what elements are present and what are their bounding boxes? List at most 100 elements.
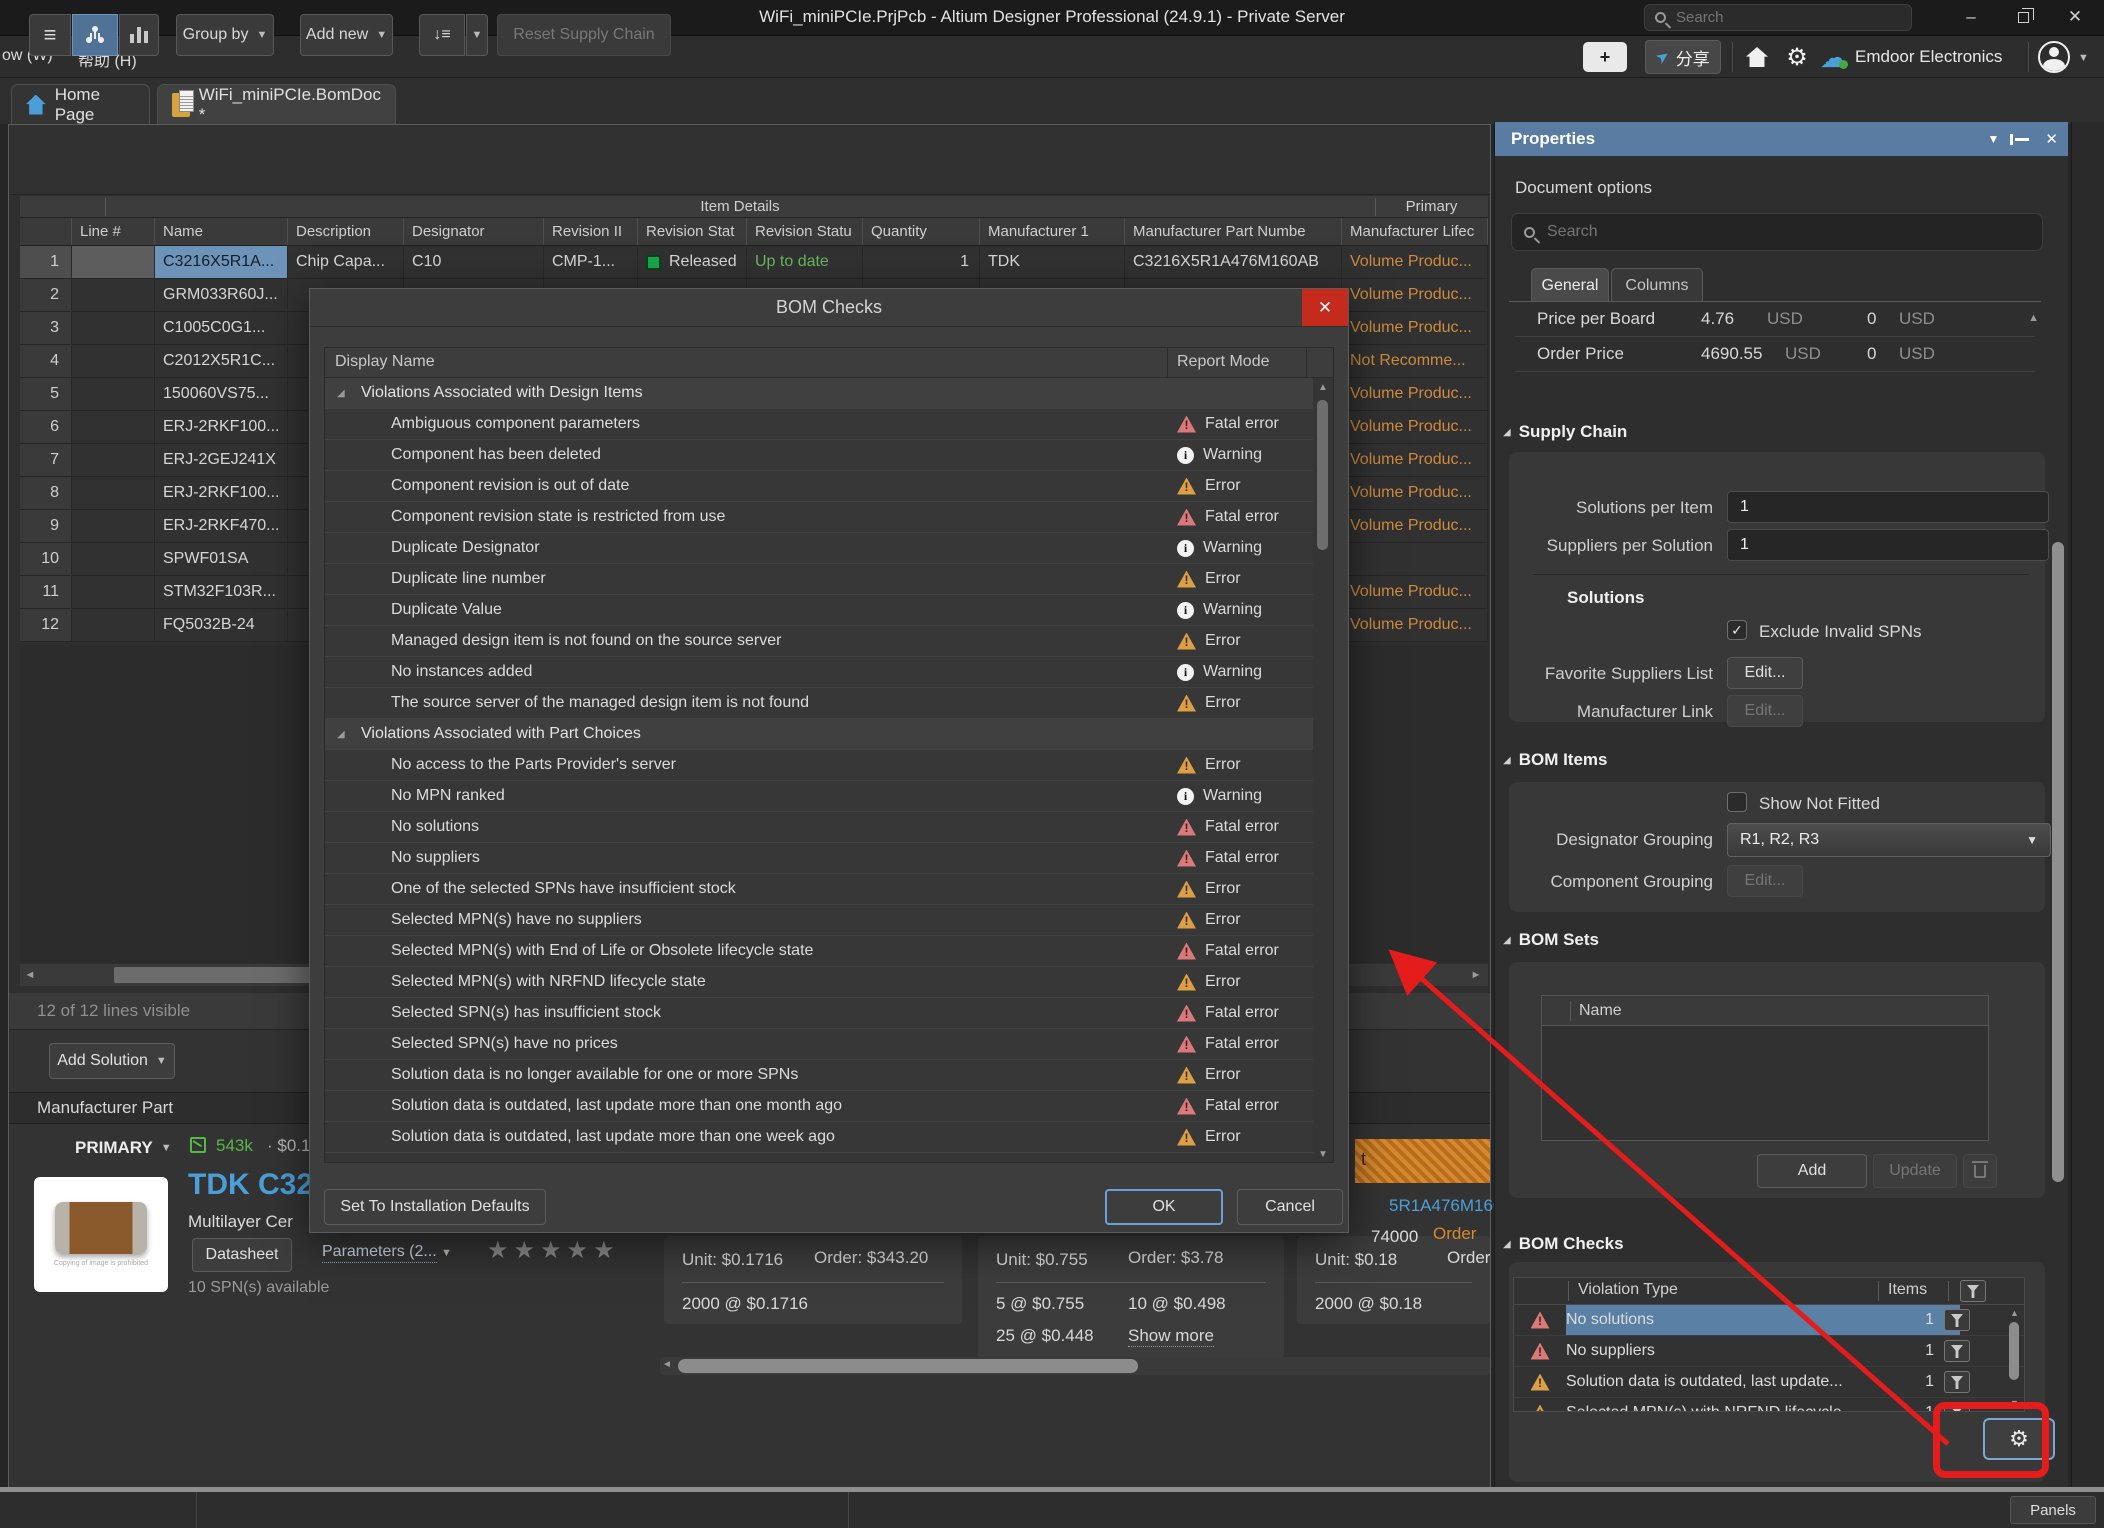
- properties-search[interactable]: [1511, 213, 2043, 251]
- column-header-description[interactable]: Description: [288, 218, 404, 245]
- violation-row[interactable]: ◢ One of the selected SPNs have insuffic…: [325, 874, 1313, 905]
- designator-grouping-dropdown[interactable]: R1, R2, R3▼: [1727, 823, 2051, 857]
- chevron-down-icon[interactable]: ▼: [2078, 52, 2089, 64]
- cell-name[interactable]: C1005C0G1...: [155, 312, 288, 345]
- scroll-up-icon[interactable]: ▲: [2008, 1308, 2021, 1318]
- cell-lifecycle[interactable]: Volume Produc...: [1342, 279, 1488, 312]
- violation-row[interactable]: ◢ No MPN ranked Warning: [325, 781, 1313, 812]
- price-card[interactable]: Unit: $0.1716 Order: $343.20 2000 @ $0.1…: [664, 1236, 962, 1324]
- violation-row[interactable]: ◢ Ambiguous component parameters Fatal e…: [325, 409, 1313, 440]
- column-violation-type[interactable]: Violation Type: [1578, 1281, 1678, 1299]
- cell-designator[interactable]: C10: [404, 246, 544, 279]
- set-installation-defaults-button[interactable]: Set To Installation Defaults: [324, 1189, 546, 1225]
- scroll-right-icon[interactable]: ►: [1466, 969, 1486, 981]
- report-mode-cell[interactable]: Fatal error: [1177, 849, 1279, 867]
- column-header-designator[interactable]: Designator: [404, 218, 544, 245]
- exclude-invalid-spns-checkbox[interactable]: ✓: [1727, 620, 1747, 640]
- cell-line[interactable]: [72, 576, 155, 609]
- cell-name[interactable]: GRM033R60J...: [155, 279, 288, 312]
- fragment-order-link[interactable]: Order: [1433, 1224, 1476, 1244]
- report-mode-cell[interactable]: Error: [1177, 632, 1241, 650]
- column-header-lifecycle[interactable]: Manufacturer Lifec: [1342, 218, 1488, 245]
- column-header-manufacturer[interactable]: Manufacturer 1: [980, 218, 1125, 245]
- cell-lifecycle[interactable]: Volume Produc...: [1342, 378, 1488, 411]
- sort-options-button[interactable]: ▼: [466, 14, 488, 56]
- violation-row[interactable]: ◢ No suppliers Fatal error: [325, 843, 1313, 874]
- report-mode-cell[interactable]: Error: [1177, 973, 1241, 991]
- cell-mpn[interactable]: C3216X5R1A476M160AB: [1125, 246, 1342, 279]
- cell-lifecycle[interactable]: Volume Produc...: [1342, 246, 1488, 279]
- list-view-button[interactable]: ≡: [29, 14, 71, 56]
- filter-icon[interactable]: [1960, 1280, 1986, 1302]
- violation-row[interactable]: ◢ Selected MPN(s) with NRFND lifecycle s…: [325, 967, 1313, 998]
- cell-name[interactable]: 150060VS75...: [155, 378, 288, 411]
- column-header-mpn[interactable]: Manufacturer Part Numbe: [1125, 218, 1342, 245]
- scrollbar-thumb[interactable]: [2009, 1322, 2019, 1380]
- restore-button[interactable]: [2000, 0, 2046, 34]
- cell-name[interactable]: ERJ-2RKF470...: [155, 510, 288, 543]
- chevron-down-icon[interactable]: ▼: [1988, 132, 2000, 146]
- show-more-link[interactable]: Show more: [1128, 1326, 1214, 1347]
- report-mode-cell[interactable]: Fatal error: [1177, 415, 1279, 433]
- violation-row[interactable]: ◢ Selected MPN(s) have no suppliers Erro…: [325, 905, 1313, 936]
- violation-row[interactable]: ◢ Duplicate line number Error: [325, 564, 1313, 595]
- cell-line[interactable]: [72, 609, 155, 642]
- report-mode-cell[interactable]: Error: [1177, 756, 1241, 774]
- add-solution-button[interactable]: Add Solution▼: [49, 1043, 175, 1079]
- cell-quantity[interactable]: 1: [863, 246, 980, 279]
- cell-revision-status[interactable]: Up to date: [747, 246, 863, 279]
- cell-line[interactable]: [72, 279, 155, 312]
- cell-name[interactable]: ERJ-2RKF100...: [155, 477, 288, 510]
- panels-button[interactable]: Panels: [2010, 1496, 2096, 1524]
- show-not-fitted-checkbox[interactable]: [1727, 792, 1747, 812]
- tab-columns[interactable]: Columns: [1611, 268, 1703, 302]
- close-panel-icon[interactable]: ✕: [2045, 130, 2058, 148]
- cell-lifecycle[interactable]: Volume Produc...: [1342, 609, 1488, 642]
- cell-lifecycle[interactable]: Volume Produc...: [1342, 510, 1488, 543]
- violation-row[interactable]: ◢ No access to the Parts Provider's serv…: [325, 750, 1313, 781]
- search-input[interactable]: [1674, 8, 1874, 27]
- properties-search-input[interactable]: [1545, 222, 1985, 242]
- report-mode-cell[interactable]: Warning: [1177, 663, 1262, 681]
- collapse-triangle-icon[interactable]: ◢: [337, 729, 345, 740]
- dialog-close-button[interactable]: ✕: [1302, 289, 1348, 326]
- cell-name[interactable]: ERJ-2GEJ241X: [155, 444, 288, 477]
- cell-line[interactable]: [72, 510, 155, 543]
- violation-row[interactable]: ◢ No solutions Fatal error: [325, 812, 1313, 843]
- cell-name[interactable]: STM32F103R...: [155, 576, 288, 609]
- filter-icon[interactable]: [1944, 1309, 1970, 1331]
- violation-row[interactable]: ◢ Duplicate Designator Warning: [325, 533, 1313, 564]
- close-window-button[interactable]: ✕: [2052, 0, 2098, 34]
- violation-row[interactable]: ◢ Component revision state is restricted…: [325, 502, 1313, 533]
- violation-row[interactable]: ◢ Solution data is outdated, last update…: [325, 1122, 1313, 1153]
- scroll-up-icon[interactable]: ▲: [2028, 312, 2039, 324]
- report-mode-cell[interactable]: Warning: [1177, 446, 1262, 464]
- filter-icon[interactable]: [1944, 1402, 1970, 1412]
- violation-row[interactable]: ◢ Selected SPN(s) have no prices Fatal e…: [325, 1029, 1313, 1060]
- price-card[interactable]: Unit: $0.18 Order: 2000 @ $0.18: [1297, 1236, 1490, 1324]
- scroll-left-icon[interactable]: ◄: [662, 1359, 672, 1370]
- table-row[interactable]: 1 C3216X5R1A... Chip Capa... C10 CMP-1..…: [20, 246, 1488, 279]
- add-new-button[interactable]: Add new▼: [300, 14, 393, 56]
- violation-row[interactable]: ◢ Violations Associated with Design Item…: [325, 378, 1313, 409]
- cell-line[interactable]: [72, 411, 155, 444]
- report-mode-cell[interactable]: Error: [1177, 694, 1241, 712]
- cell-lifecycle[interactable]: Volume Produc...: [1342, 312, 1488, 345]
- report-mode-cell[interactable]: Error: [1177, 570, 1241, 588]
- report-mode-cell[interactable]: Error: [1177, 1066, 1241, 1084]
- cell-revision-id[interactable]: CMP-1...: [544, 246, 638, 279]
- violations-scrollbar[interactable]: ▲ ▼: [1315, 380, 1331, 1160]
- tab-home-page[interactable]: Home Page: [11, 84, 150, 124]
- column-header[interactable]: [20, 218, 72, 245]
- cell-revision-state[interactable]: Released: [638, 246, 747, 279]
- avatar[interactable]: [2038, 41, 2070, 73]
- bom-checks-settings-button[interactable]: ⚙: [1983, 1418, 2055, 1460]
- gear-icon[interactable]: ⚙: [1780, 40, 1814, 74]
- report-mode-cell[interactable]: Fatal error: [1177, 508, 1279, 526]
- violation-row[interactable]: ◢ Violations Associated with Part Choice…: [325, 719, 1313, 750]
- scrollbar-thumb[interactable]: [2052, 542, 2064, 1182]
- column-header-revision-state[interactable]: Revision Stat: [638, 218, 747, 245]
- cell-line[interactable]: [72, 543, 155, 576]
- cell-lifecycle[interactable]: Volume Produc...: [1342, 411, 1488, 444]
- report-mode-cell[interactable]: Error: [1177, 477, 1241, 495]
